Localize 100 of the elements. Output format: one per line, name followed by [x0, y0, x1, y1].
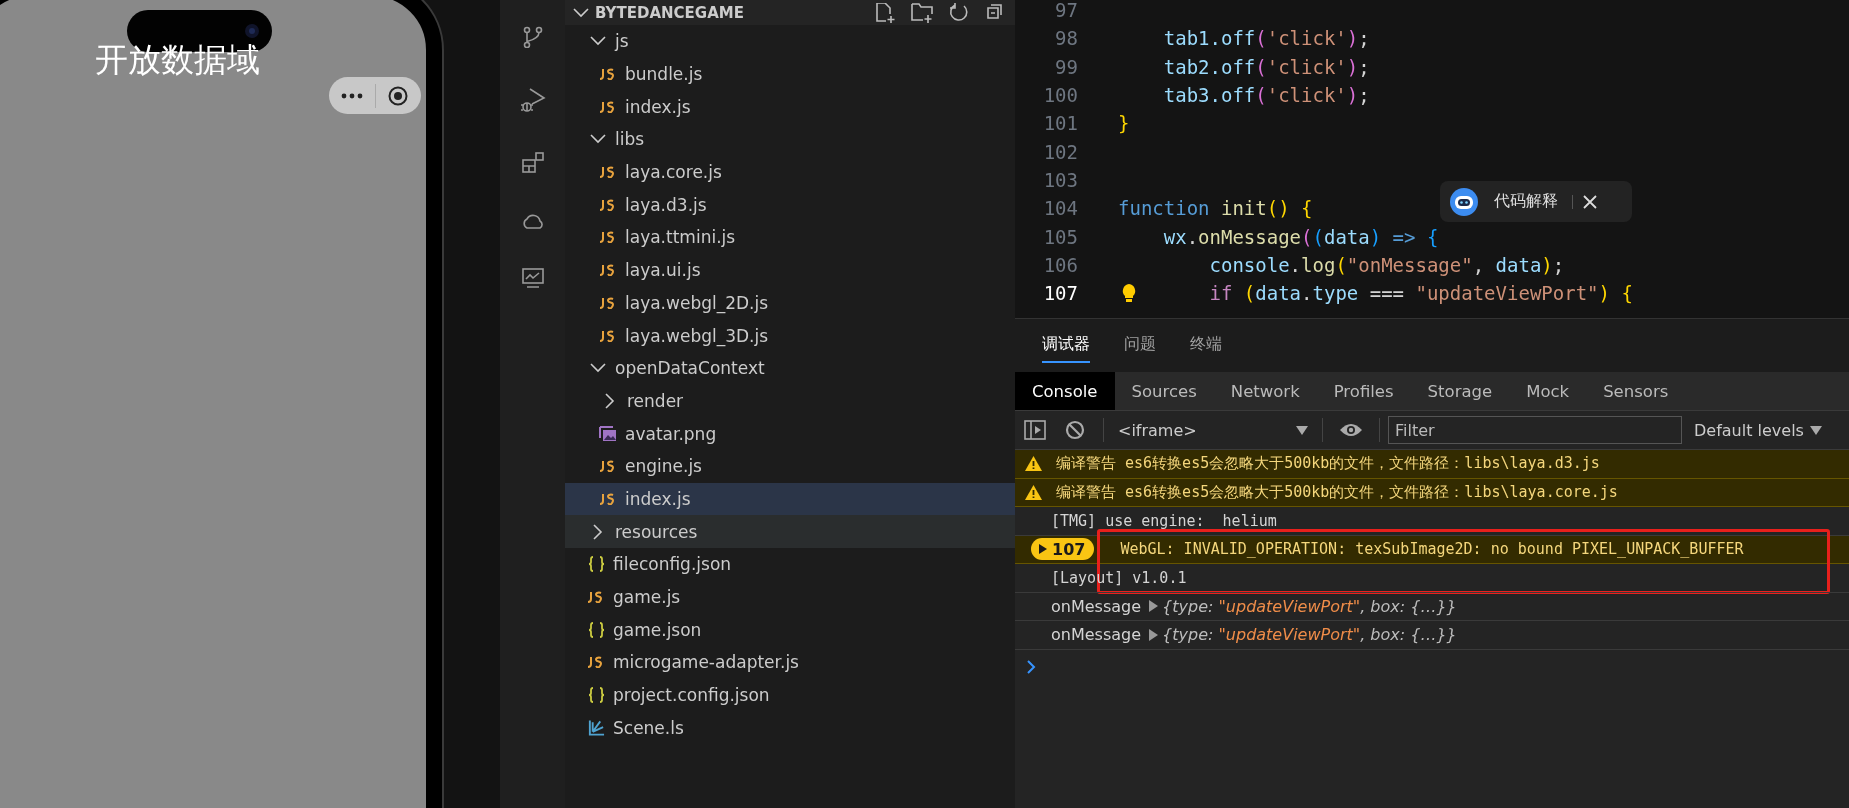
- extensions-icon[interactable]: [521, 152, 544, 174]
- log-label: onMessage: [1051, 596, 1142, 616]
- line-number: 99: [1054, 55, 1078, 78]
- levels-dropdown[interactable]: Default levels: [1694, 420, 1822, 440]
- file-item[interactable]: avatar.png: [565, 417, 1015, 450]
- target-icon[interactable]: [388, 85, 409, 106]
- line-number: 103: [1042, 168, 1078, 191]
- file-item[interactable]: fileconfig.json: [565, 548, 1015, 581]
- warning-message: 编译警告 es6转换es5会忽略大于500kb的文件，文件路径：libs\laya.d3.js: [1056, 454, 1600, 474]
- folder-item[interactable]: openDataContext: [565, 351, 1015, 385]
- js-file-icon: [599, 460, 617, 473]
- js-file-icon: [599, 68, 617, 81]
- object-preview[interactable]: {type: "updateViewPort", box: {…}}: [1162, 596, 1457, 616]
- braces-icon: [587, 556, 605, 573]
- more-icon[interactable]: [340, 92, 363, 99]
- caret-icon: [1296, 425, 1308, 435]
- log-message: [TMG] use engine: helium: [1051, 511, 1277, 530]
- lightbulb-icon[interactable]: [1121, 282, 1137, 303]
- cloud-icon[interactable]: [520, 213, 545, 229]
- line-number: 100: [1042, 84, 1078, 107]
- repeat-count-badge: 107: [1031, 538, 1095, 561]
- panel-tab[interactable]: 问题: [1124, 328, 1156, 363]
- line-number: 97: [1054, 0, 1078, 22]
- devtools-tab[interactable]: Sources: [1114, 372, 1214, 410]
- context-select[interactable]: <iframe>: [1112, 420, 1314, 440]
- folder-item[interactable]: js: [565, 25, 1015, 58]
- folder-item[interactable]: resources: [565, 515, 1015, 548]
- file-item[interactable]: game.json: [565, 613, 1015, 647]
- file-item[interactable]: Scene.ls: [565, 711, 1015, 745]
- warning-message: WebGL: INVALID_OPERATION: texSubImage2D: no bound PIXEL_UNPACK_BUFFER: [1120, 540, 1744, 559]
- js-file-icon: [599, 231, 617, 244]
- file-item[interactable]: laya.ttmini.js: [565, 221, 1015, 254]
- code-line: console.log("onMessage", data);: [1209, 253, 1565, 276]
- code-line: }: [1118, 112, 1130, 135]
- js-file-icon: [587, 591, 605, 604]
- line-number: 104: [1042, 197, 1078, 220]
- file-item[interactable]: bundle.js: [565, 57, 1015, 91]
- file-item[interactable]: index.js: [565, 90, 1015, 124]
- devtools-tab[interactable]: Sensors: [1586, 372, 1686, 410]
- js-file-icon: [599, 329, 617, 342]
- file-item[interactable]: laya.core.js: [565, 155, 1015, 189]
- line-number: 101: [1042, 112, 1078, 135]
- js-file-icon: [587, 656, 605, 669]
- run-debug-icon[interactable]: [519, 87, 546, 113]
- clear-icon[interactable]: [1065, 420, 1085, 440]
- sidebar-toggle-icon[interactable]: [1024, 420, 1046, 440]
- eye-icon[interactable]: [1339, 423, 1363, 437]
- devtools-tab[interactable]: Mock: [1509, 372, 1587, 410]
- prompt-chevron-icon[interactable]: [1027, 659, 1036, 674]
- warning-icon: [1025, 484, 1042, 500]
- file-item[interactable]: laya.d3.js: [565, 188, 1015, 222]
- screen-title: 开放数据域: [95, 39, 260, 81]
- devtools-tab[interactable]: Profiles: [1316, 372, 1411, 410]
- line-number: 106: [1042, 253, 1078, 276]
- image-file-icon: [599, 425, 617, 442]
- source-control-icon[interactable]: [521, 26, 544, 48]
- file-item[interactable]: project.config.json: [565, 678, 1015, 712]
- file-item[interactable]: index.js: [565, 482, 1015, 516]
- filter-field[interactable]: Filter: [1388, 416, 1682, 444]
- file-item[interactable]: game.js: [565, 580, 1015, 614]
- new-file-icon[interactable]: [875, 2, 897, 23]
- warning-message: 编译警告 es6转换es5会忽略大于500kb的文件，文件路径：libs\laya.core.js: [1056, 482, 1618, 502]
- folder-item[interactable]: render: [565, 384, 1015, 418]
- braces-icon: [587, 621, 605, 638]
- code-line: tab3.off('click');: [1163, 84, 1370, 107]
- camera-icon: [244, 23, 260, 39]
- js-file-icon: [599, 166, 617, 179]
- chevron-right-icon: [605, 392, 615, 409]
- expand-triangle-icon[interactable]: [1149, 628, 1159, 641]
- code-explain-button[interactable]: 代码解释: [1494, 191, 1558, 212]
- object-preview[interactable]: {type: "updateViewPort", box: {…}}: [1162, 625, 1457, 645]
- panel-tab[interactable]: 调试器: [1042, 328, 1090, 363]
- panel-tab[interactable]: 终端: [1190, 328, 1222, 363]
- monitor-chart-icon[interactable]: [521, 268, 544, 290]
- devtools-tab[interactable]: Storage: [1410, 372, 1510, 410]
- file-item[interactable]: microgame-adapter.js: [565, 646, 1015, 679]
- js-file-icon: [599, 492, 617, 505]
- warning-icon: [1025, 456, 1042, 472]
- code-line: function init() {: [1118, 197, 1313, 220]
- chevron-down-icon: [590, 363, 606, 374]
- devtools-tab[interactable]: Network: [1213, 372, 1317, 410]
- code-line: wx.onMessage((data) => {: [1163, 225, 1439, 248]
- close-icon[interactable]: [1583, 194, 1597, 209]
- js-file-icon: [599, 100, 617, 113]
- line-number: 102: [1042, 140, 1078, 163]
- file-item[interactable]: engine.js: [565, 449, 1015, 483]
- js-file-icon: [599, 296, 617, 309]
- file-item[interactable]: laya.webgl_2D.js: [565, 286, 1015, 320]
- chevron-down-icon: [573, 7, 589, 18]
- folder-item[interactable]: libs: [565, 123, 1015, 156]
- chevron-right-icon: [593, 523, 603, 540]
- code-line: tab2.off('click');: [1163, 55, 1370, 78]
- file-item[interactable]: laya.ui.js: [565, 253, 1015, 287]
- robot-icon[interactable]: [1450, 187, 1478, 216]
- file-item[interactable]: laya.webgl_3D.js: [565, 319, 1015, 352]
- new-folder-icon[interactable]: [911, 2, 935, 23]
- chevron-down-icon: [590, 36, 606, 47]
- expand-triangle-icon[interactable]: [1149, 600, 1159, 613]
- devtools-tab[interactable]: Console: [1015, 372, 1115, 410]
- refresh-icon[interactable]: [949, 2, 969, 23]
